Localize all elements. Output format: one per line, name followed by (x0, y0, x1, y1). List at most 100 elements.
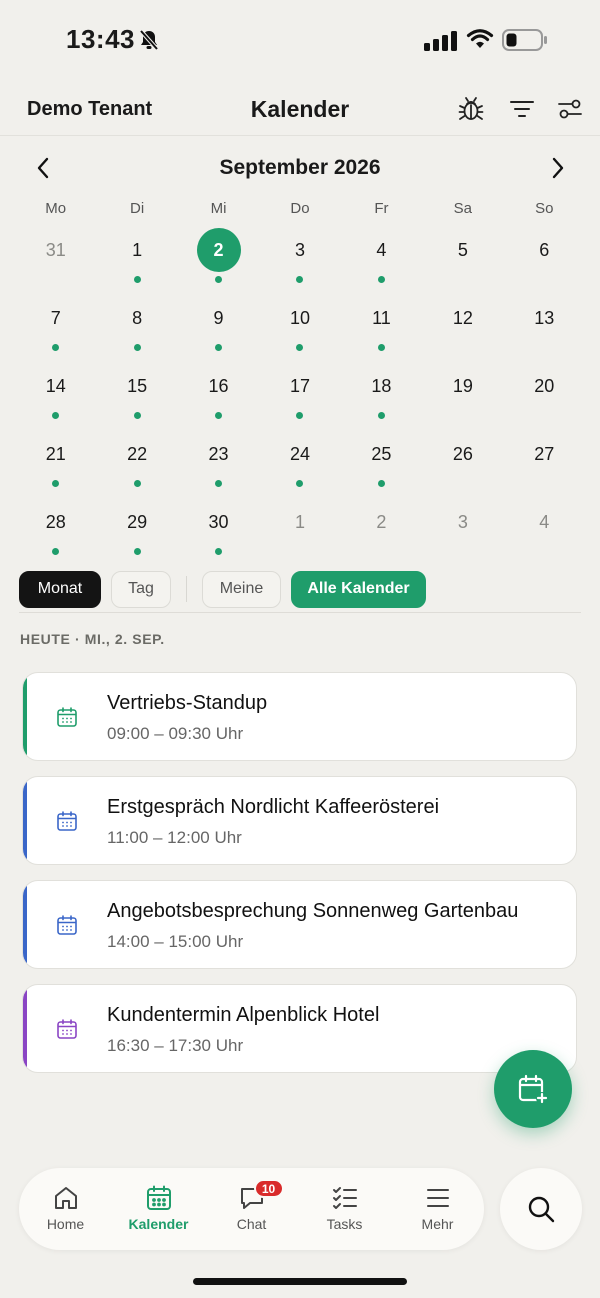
wifi-icon (466, 29, 494, 48)
month-view-chip[interactable]: Monat (19, 570, 101, 608)
calendar-day[interactable]: 26 (422, 432, 503, 500)
event-indicator-dot (296, 276, 304, 283)
event-indicator-dot (215, 548, 223, 555)
calendar-day[interactable]: 8 (96, 296, 177, 364)
nav-tasks-label: Tasks (326, 1216, 363, 1232)
calendar-day[interactable]: 15 (96, 364, 177, 432)
calendar-day[interactable]: 4 (341, 228, 422, 296)
nav-chat[interactable]: 10 Chat (205, 1168, 298, 1250)
event-indicator-dot (52, 412, 60, 419)
calendar-day[interactable]: 2 (341, 500, 422, 568)
calendar-icon (146, 1185, 171, 1210)
calendar-day[interactable]: 25 (341, 432, 422, 500)
calendar-day[interactable]: 22 (96, 432, 177, 500)
calendar-icon (57, 1019, 77, 1039)
chevron-right-icon (552, 157, 564, 179)
filter-icon[interactable] (507, 94, 537, 124)
nav-home[interactable]: Home (19, 1168, 112, 1250)
calendar-day[interactable]: 5 (422, 228, 503, 296)
event-time: 16:30 – 17:30 Uhr (107, 1036, 244, 1055)
calendar-day[interactable]: 23 (178, 432, 259, 500)
previous-month-button[interactable] (30, 154, 56, 182)
day-number: 18 (371, 375, 392, 396)
calendar-day[interactable]: 30 (178, 500, 259, 568)
day-number: 21 (45, 443, 66, 464)
calendar-icon (57, 811, 77, 831)
event-time: 09:00 – 09:30 Uhr (107, 724, 244, 743)
calendar-day-today[interactable]: 2 (178, 228, 259, 296)
section-divider (19, 612, 581, 613)
weekday-label: Fr (374, 200, 389, 217)
event-card[interactable]: Angebotsbesprechung Sonnenweg Gartenbau … (22, 880, 577, 969)
day-number: 13 (534, 307, 555, 328)
day-number: 2 (196, 228, 241, 272)
sliders-icon[interactable] (555, 94, 585, 124)
add-event-button[interactable] (494, 1050, 572, 1128)
search-button[interactable] (500, 1168, 582, 1250)
day-view-chip[interactable]: Tag (111, 570, 171, 608)
chevron-left-icon (37, 157, 49, 179)
day-number: 24 (289, 443, 310, 464)
event-accent-bar (23, 673, 27, 760)
calendar-day[interactable]: 4 (504, 500, 585, 568)
day-number: 22 (127, 443, 148, 464)
day-number: 15 (127, 375, 148, 396)
calendar-day[interactable]: 29 (96, 500, 177, 568)
calendar-day[interactable]: 1 (96, 228, 177, 296)
day-number: 2 (376, 511, 387, 532)
day-number: 25 (371, 443, 392, 464)
event-title: Vertriebs-Standup (107, 692, 268, 714)
calendar-day[interactable]: 3 (422, 500, 503, 568)
calendar-day[interactable]: 19 (422, 364, 503, 432)
month-navigation: September 2026 (0, 150, 600, 186)
weekday-label: Mi (210, 200, 227, 217)
calendar-day[interactable]: 17 (259, 364, 340, 432)
weekday-label: Mo (45, 200, 67, 217)
calendar-day[interactable]: 1 (259, 500, 340, 568)
nav-tasks[interactable]: Tasks (298, 1168, 391, 1250)
calendar-day[interactable]: 31 (15, 228, 96, 296)
calendar-day[interactable]: 14 (15, 364, 96, 432)
calendar-day[interactable]: 27 (504, 432, 585, 500)
my-calendars-chip[interactable]: Meine (202, 570, 281, 608)
cellular-signal-icon (424, 31, 457, 51)
weekday-header-row: Mo Di Mi Do Fr Sa So (15, 200, 585, 217)
next-month-button[interactable] (545, 154, 571, 182)
event-time: 14:00 – 15:00 Uhr (107, 932, 244, 951)
today-heading: HEUTE · MI., 2. SEP. (20, 631, 165, 647)
day-number: 10 (289, 307, 310, 328)
day-number: 12 (452, 307, 473, 328)
calendar-day[interactable]: 28 (15, 500, 96, 568)
nav-mehr[interactable]: Mehr (391, 1168, 484, 1250)
day-number: 9 (213, 307, 224, 328)
event-card[interactable]: Vertriebs-Standup 09:00 – 09:30 Uhr (22, 672, 577, 761)
event-card[interactable]: Kundentermin Alpenblick Hotel 16:30 – 17… (22, 984, 577, 1073)
bug-icon[interactable] (456, 94, 486, 124)
day-number: 1 (132, 239, 143, 260)
event-card[interactable]: Erstgespräch Nordlicht Kaffeerösterei 11… (22, 776, 577, 865)
calendar-day[interactable]: 12 (422, 296, 503, 364)
calendar-day[interactable]: 11 (341, 296, 422, 364)
day-number: 30 (208, 511, 229, 532)
calendar-day[interactable]: 6 (504, 228, 585, 296)
event-indicator-dot (133, 480, 141, 487)
calendar-day[interactable]: 3 (259, 228, 340, 296)
calendar-day[interactable]: 24 (259, 432, 340, 500)
calendar-day[interactable]: 21 (15, 432, 96, 500)
calendar-day[interactable]: 16 (178, 364, 259, 432)
calendar-day[interactable]: 13 (504, 296, 585, 364)
calendar-day[interactable]: 7 (15, 296, 96, 364)
calendar-day[interactable]: 18 (341, 364, 422, 432)
all-calendars-chip[interactable]: Alle Kalender (291, 570, 426, 608)
nav-kalender[interactable]: Kalender (112, 1168, 205, 1250)
day-number: 5 (457, 239, 468, 260)
calendar-day[interactable]: 10 (259, 296, 340, 364)
event-indicator-dot (133, 276, 141, 283)
home-indicator (193, 1278, 407, 1285)
calendar-day[interactable]: 9 (178, 296, 259, 364)
day-number: 29 (127, 511, 148, 532)
tenant-name[interactable]: Demo Tenant (27, 98, 152, 121)
calendar-day[interactable]: 20 (504, 364, 585, 432)
event-indicator-dot (52, 480, 60, 487)
event-title: Angebotsbesprechung Sonnenweg Gartenbau (107, 900, 519, 922)
